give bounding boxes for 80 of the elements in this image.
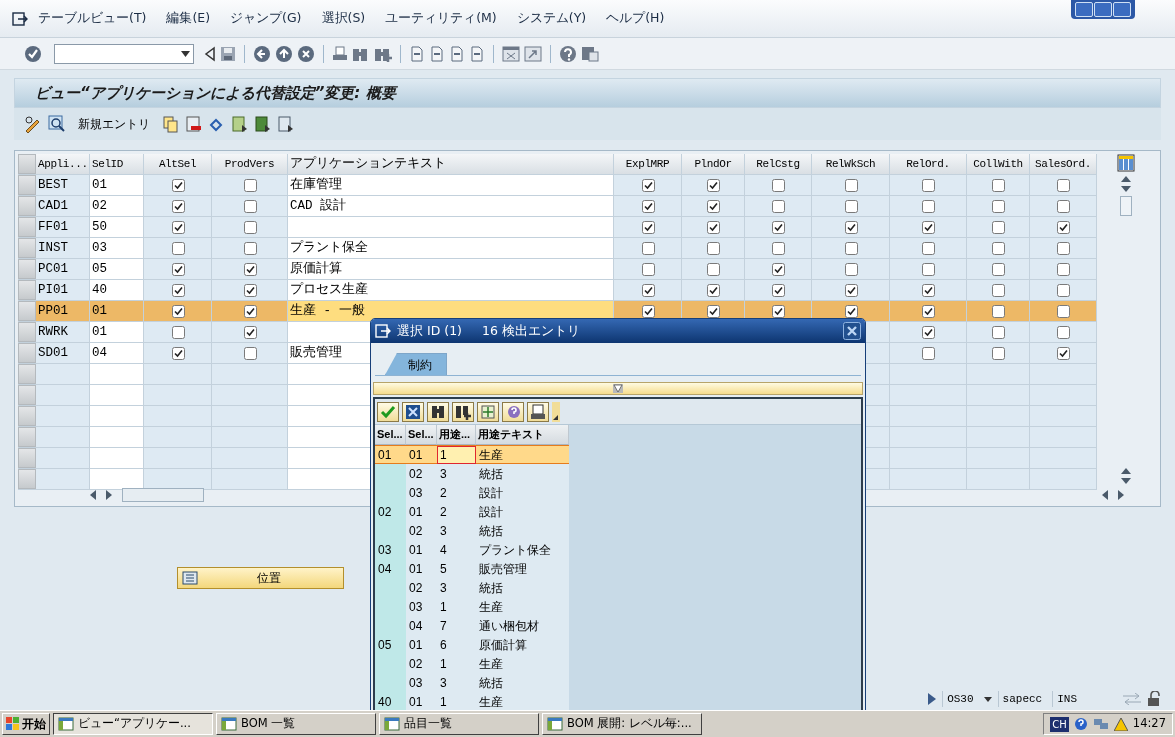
table-cell-text: 01 xyxy=(92,176,107,194)
table-cell-text: 統括 xyxy=(478,674,503,692)
table-cell-text: 05 xyxy=(377,636,392,654)
table-cell-text: 原価計算 xyxy=(290,260,342,278)
table-cell-text: 02 xyxy=(408,655,423,673)
table-cell-text: 統括 xyxy=(478,522,503,540)
table-cell-text: 在庫管理 xyxy=(290,176,342,194)
table-cell-text: 50 xyxy=(92,218,107,236)
table-cell-text: 5 xyxy=(439,560,447,578)
table-cell-text: 03 xyxy=(377,541,392,559)
table-cell-text: FF01 xyxy=(38,218,68,236)
table-cell-text: PI01 xyxy=(38,281,68,299)
table-cell-text: 販売管理 xyxy=(290,344,342,362)
system-name: OS30 xyxy=(942,690,978,708)
table-cell-text: CAD1 xyxy=(38,197,68,215)
table-cell-text: SD01 xyxy=(38,344,68,362)
table-cell-text: 2 xyxy=(439,503,447,521)
table-cell-text: 3 xyxy=(439,674,447,692)
hit-count: 16 検出エントリ xyxy=(481,321,580,340)
table-cell-text: CAD 設計 xyxy=(290,197,346,215)
table-cell-text: BEST xyxy=(38,176,68,194)
table-cell-text: 02 xyxy=(408,465,423,483)
table-cell-text: PP01 xyxy=(38,302,68,320)
table-cell-text: 2 xyxy=(439,484,447,502)
table-cell-text: 3 xyxy=(439,522,447,540)
table-cell-text: 04 xyxy=(92,344,107,362)
table-cell-text: 01 xyxy=(408,503,423,521)
table-cell-text: 4 xyxy=(439,541,447,559)
table-cell-text: 通い梱包材 xyxy=(478,617,539,635)
clock: 14:27 xyxy=(1132,715,1166,733)
table-cell-text: 設計 xyxy=(478,484,503,502)
table-cell-text: 生産 xyxy=(478,655,503,673)
table-cell-text: 統括 xyxy=(478,579,503,597)
table-cell-text: 01 xyxy=(377,447,392,464)
server-name: sapecc xyxy=(997,690,1047,708)
table-cell-text: 04 xyxy=(408,617,423,635)
table-cell-text: 原価計算 xyxy=(478,636,527,654)
table-cell-text: 販売管理 xyxy=(478,560,527,578)
dialog-title: 選択 ID (1) xyxy=(397,321,462,340)
table-cell-text: 02 xyxy=(408,579,423,597)
table-cell-text: 40 xyxy=(92,281,107,299)
table-cell-text: プロセス生産 xyxy=(290,281,368,299)
table-cell-text: 7 xyxy=(439,617,447,635)
table-cell-text: 03 xyxy=(92,239,107,257)
table-cell-text: 1 xyxy=(439,693,447,711)
table-cell-text: 01 xyxy=(408,541,423,559)
table-cell-text: 6 xyxy=(439,636,447,654)
table-cell-text: 01 xyxy=(408,693,423,711)
table-cell-text: 03 xyxy=(408,674,423,692)
table-cell-text: 生産 - 一般 xyxy=(290,302,365,320)
table-cell-text: 1 xyxy=(439,598,447,616)
table-cell-text: 04 xyxy=(377,560,392,578)
table-cell-text: PC01 xyxy=(38,260,68,278)
table-cell-text: 05 xyxy=(92,260,107,278)
table-cell-text: RWRK xyxy=(38,323,68,341)
table-cell-text: 02 xyxy=(377,503,392,521)
table-cell-text: 3 xyxy=(439,465,447,483)
table-cell-text: INST xyxy=(38,239,68,257)
table-cell-text: 40 xyxy=(377,693,392,711)
table-cell-text: 3 xyxy=(439,579,447,597)
table-cell-text: 02 xyxy=(92,197,107,215)
table-cell-text: 01 xyxy=(408,560,423,578)
table-cell: 1 xyxy=(437,446,476,464)
table-cell-text: 03 xyxy=(408,598,423,616)
table-cell-text: 生産 xyxy=(478,693,503,711)
table-cell-text: 設計 xyxy=(478,503,503,521)
table-cell-text: 1 xyxy=(439,655,447,673)
table-cell-text: 01 xyxy=(408,447,423,464)
table-cell-text: 01 xyxy=(408,636,423,654)
screen-title: ビュー“アプリケーションによる代替設定”変更: 概要 xyxy=(35,82,396,104)
table-cell-text: 生産 xyxy=(478,598,503,616)
table-cell-text: プラント保全 xyxy=(290,239,368,257)
input-mode: INS xyxy=(1052,690,1081,708)
table-cell-text: 01 xyxy=(92,323,107,341)
table-cell-text: 01 xyxy=(92,302,107,320)
table-cell-text: 02 xyxy=(408,522,423,540)
table-cell-text: 03 xyxy=(408,484,423,502)
table-cell-text: プラント保全 xyxy=(478,541,551,559)
table-cell-text: 生産 xyxy=(478,447,503,464)
table-cell-text: 統括 xyxy=(478,465,503,483)
